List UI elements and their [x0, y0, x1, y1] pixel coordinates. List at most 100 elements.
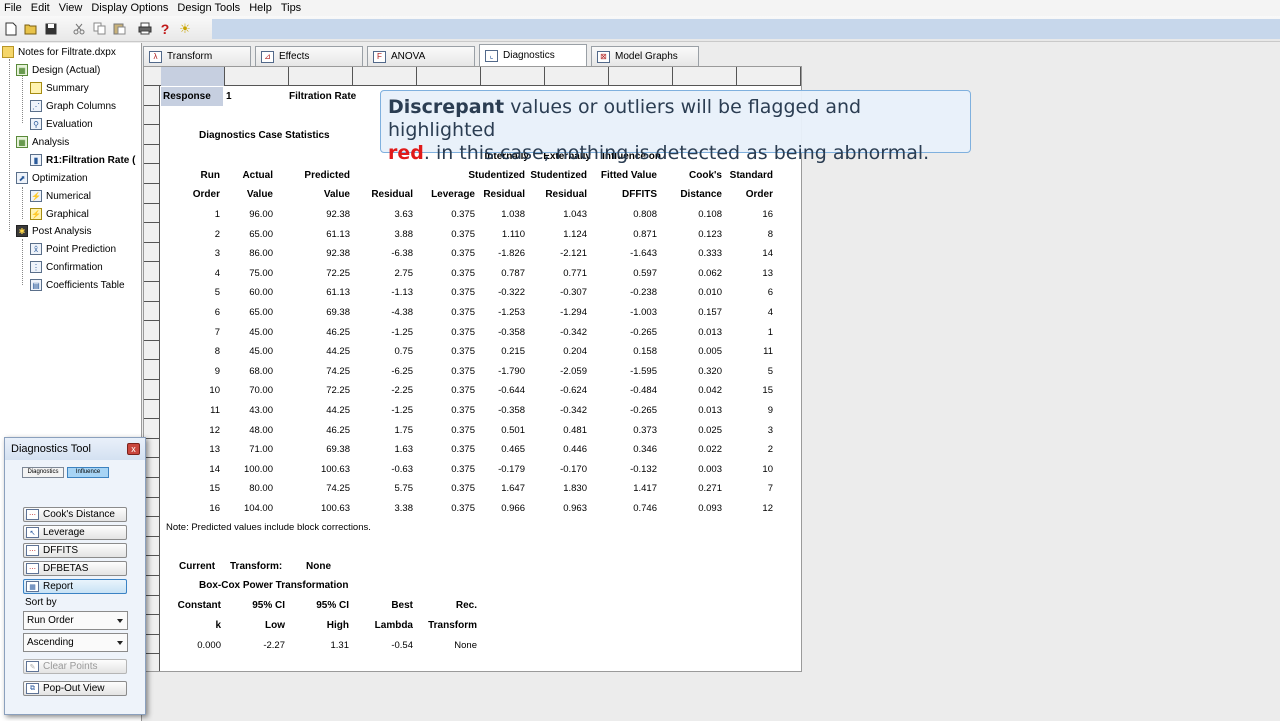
tree-item-confirmation[interactable]: ⋮ Confirmation [30, 259, 103, 275]
menu-help[interactable]: Help [249, 2, 272, 14]
tree-item-analysis[interactable]: ▦ Analysis [16, 134, 69, 150]
row-header-cell[interactable] [144, 537, 160, 557]
response-label: Response [163, 91, 211, 102]
table-cell: 15 [762, 385, 773, 397]
new-file-icon[interactable] [4, 22, 18, 36]
save-icon[interactable] [44, 22, 58, 36]
header-bottom-cell: Residual [545, 189, 587, 200]
dffits-icon: ⋯ [26, 545, 39, 556]
copy-icon[interactable] [92, 22, 106, 36]
boxcox-cell: Transform [428, 620, 477, 631]
row-header-cell[interactable] [144, 556, 160, 576]
leverage-button[interactable]: ↖ Leverage [23, 525, 127, 540]
dffits-button[interactable]: ⋯ DFFITS [23, 543, 127, 558]
column-header-cell[interactable] [545, 67, 609, 86]
tab-influence-mini[interactable]: Influence [67, 467, 109, 478]
tab-diagnostics-mini[interactable]: Diagnostics [22, 467, 64, 478]
tree-item-point-prediction[interactable]: x̂ Point Prediction [30, 241, 116, 257]
transform-icon: λ [149, 50, 162, 63]
table-cell: 1 [767, 326, 773, 338]
menu-edit[interactable]: Edit [31, 2, 50, 14]
tree-item-root[interactable]: Notes for Filtrate.dxpx [2, 44, 116, 60]
help-question-icon[interactable]: ? [158, 21, 172, 37]
numerical-icon: ⚡ [30, 190, 42, 202]
note-text: Note: Predicted values include block cor… [166, 522, 371, 533]
menu-view[interactable]: View [59, 2, 83, 14]
column-header-cell[interactable] [353, 67, 417, 86]
design-grid-icon: ▦ [16, 64, 28, 76]
tree-item-graphical[interactable]: ⚡ Graphical [30, 206, 89, 222]
table-cell: 68.00 [249, 365, 273, 377]
table-cell: 104.00 [243, 503, 273, 514]
callout-line2: . in this case, nothing is detected as b… [423, 142, 930, 164]
tree-item-evaluation[interactable]: ⚲ Evaluation [30, 116, 93, 132]
table-cell: 6 [767, 287, 773, 299]
diagnostics-tool-title-bar[interactable]: Diagnostics Tool x [5, 438, 145, 460]
tip-lightbulb-icon[interactable]: ☀ [178, 21, 192, 36]
open-folder-icon[interactable] [24, 22, 38, 36]
table-cell: 48.00 [249, 424, 273, 436]
header-mid-cell: Actual [242, 170, 273, 181]
cut-icon[interactable] [72, 22, 86, 36]
response-number: 1 [226, 91, 232, 102]
table-cell: 9 [767, 405, 773, 416]
column-header-cell[interactable] [417, 67, 481, 86]
table-cell: 0.963 [563, 503, 587, 514]
table-cell: -2.121 [560, 248, 587, 260]
tree-item-optimization[interactable]: ⬈ Optimization [16, 170, 88, 186]
tab-diagnostics[interactable]: ⌞ Diagnostics [479, 44, 587, 66]
row-header-cell[interactable] [144, 576, 160, 596]
header-bottom-cell: Order [745, 189, 773, 200]
table-cell: -0.170 [560, 463, 587, 475]
coefficients-table-icon: ▤ [30, 279, 42, 291]
report-button[interactable]: ▦ Report [23, 579, 127, 594]
close-icon[interactable]: x [127, 443, 140, 455]
menu-design-tools[interactable]: Design Tools [177, 2, 240, 14]
paste-icon[interactable] [112, 22, 126, 36]
tree-item-design[interactable]: ▦ Design (Actual) [16, 62, 100, 78]
tab-transform[interactable]: λ Transform [143, 46, 251, 66]
menu-file[interactable]: File [4, 2, 22, 14]
column-header-cell[interactable] [609, 67, 673, 86]
column-header-cell[interactable] [289, 67, 353, 86]
header-mid-cell: Standard [729, 170, 773, 181]
table-cell: 45.00 [249, 326, 273, 338]
anova-icon: F [373, 50, 386, 63]
column-header-cell[interactable] [161, 67, 225, 86]
column-header-cell[interactable] [481, 67, 545, 86]
clear-points-button[interactable]: ✎ Clear Points [23, 659, 127, 674]
column-header-cell[interactable] [673, 67, 737, 86]
row-header-cell[interactable] [144, 145, 160, 165]
sort-field-select[interactable]: Run Order [23, 611, 128, 630]
tree-item-post-analysis[interactable]: ✱ Post Analysis [16, 223, 91, 239]
tree-item-numerical[interactable]: ⚡ Numerical [30, 188, 91, 204]
row-header-cell[interactable] [144, 86, 160, 106]
table-cell: -0.624 [560, 385, 587, 397]
row-header-cell[interactable] [144, 125, 160, 145]
tree-item-graph-columns[interactable]: ⋰ Graph Columns [30, 98, 116, 114]
column-header-cell[interactable] [225, 67, 289, 86]
tree-item-summary[interactable]: Summary [30, 80, 89, 96]
sort-direction-select[interactable]: Ascending [23, 633, 128, 652]
column-header-cell[interactable] [737, 67, 801, 86]
tree-item-r1-filtration-rate[interactable]: ▮ R1:Filtration Rate ( [30, 152, 135, 168]
tree-item-coefficients-table[interactable]: ▤ Coefficients Table [30, 277, 125, 293]
cooks-distance-button[interactable]: ⋯ Cook's Distance [23, 507, 127, 522]
tab-effects[interactable]: ⊿ Effects [255, 46, 363, 66]
row-header-cell[interactable] [144, 517, 160, 537]
row-header-cell[interactable] [144, 106, 160, 126]
print-icon[interactable] [138, 22, 152, 36]
table-cell: 80.00 [249, 483, 273, 495]
tab-model-graphs[interactable]: ⊠ Model Graphs [591, 46, 699, 66]
menu-display-options[interactable]: Display Options [91, 2, 168, 14]
boxcox-cell: None [454, 640, 477, 651]
response-name: Filtration Rate [289, 91, 357, 102]
menu-tips[interactable]: Tips [281, 2, 301, 14]
table-cell: 12 [762, 503, 773, 514]
dfbetas-button[interactable]: ⋯ DFBETAS [23, 561, 127, 576]
pop-out-view-button[interactable]: ⧉ Pop-Out View [23, 681, 127, 696]
empty-workspace [143, 672, 1280, 721]
model-graphs-icon: ⊠ [597, 50, 610, 63]
tab-anova[interactable]: F ANOVA [367, 46, 475, 66]
table-cell: 71.00 [249, 444, 273, 456]
